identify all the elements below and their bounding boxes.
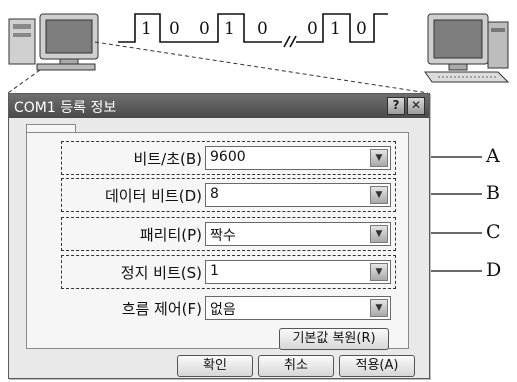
restore-defaults-button[interactable]: 기본값 복원(R): [279, 328, 389, 350]
chevron-down-icon[interactable]: ▼: [370, 299, 388, 317]
flow-control-value: 없음: [210, 302, 236, 318]
right-computer-icon: [424, 13, 510, 83]
chevron-down-icon[interactable]: ▼: [370, 149, 388, 167]
parity-label: 패리티(P): [139, 226, 202, 244]
bit-label: 0: [307, 19, 318, 39]
bit-label: 1: [224, 19, 235, 39]
baud-rate-value: 9600: [210, 149, 246, 165]
callout-b: B: [486, 182, 500, 204]
bit-label: 1: [330, 19, 341, 39]
bit-label: 0: [356, 19, 367, 39]
stop-bits-label: 정지 비트(S): [120, 264, 202, 282]
baud-rate-select[interactable]: 9600 ▼: [205, 146, 391, 170]
stop-bits-value: 1: [210, 263, 219, 279]
chevron-down-icon[interactable]: ▼: [370, 225, 388, 243]
perspective-line: [94, 41, 429, 94]
bit-label: 0: [257, 19, 268, 39]
title-bar: COM1 등록 정보 ? ✕: [9, 94, 429, 118]
parity-select[interactable]: 짝수 ▼: [205, 222, 391, 246]
data-bits-value: 8: [210, 186, 219, 202]
callout-a: A: [486, 145, 500, 167]
stop-bits-select[interactable]: 1 ▼: [205, 260, 391, 284]
chevron-down-icon[interactable]: ▼: [370, 186, 388, 204]
flow-control-label: 흐름 제어(F): [121, 300, 202, 318]
left-computer-icon: [8, 13, 99, 71]
bit-label: 0: [169, 19, 180, 39]
help-icon[interactable]: ?: [387, 97, 405, 115]
baud-rate-label: 비트/초(B): [133, 150, 202, 168]
ok-button[interactable]: 확인: [177, 355, 253, 377]
data-bits-select[interactable]: 8 ▼: [205, 183, 391, 207]
bit-label: 1: [141, 19, 152, 39]
chevron-down-icon[interactable]: ▼: [370, 263, 388, 281]
close-icon[interactable]: ✕: [407, 97, 425, 115]
data-bits-label: 데이터 비트(D): [104, 187, 202, 205]
dialog-title: COM1 등록 정보: [14, 100, 117, 116]
apply-button[interactable]: 적용(A): [339, 355, 415, 377]
cancel-button[interactable]: 취소: [258, 355, 334, 377]
flow-control-select[interactable]: 없음 ▼: [205, 296, 391, 320]
com1-properties-dialog: COM1 등록 정보 ? ✕ 비트/초(B) 9600 ▼ 데이터 비트(D) …: [8, 93, 430, 379]
callout-c: C: [486, 221, 501, 243]
signal-waveform: [118, 13, 388, 48]
parity-value: 짝수: [210, 228, 236, 244]
callout-d: D: [486, 259, 502, 281]
bit-label: 0: [199, 19, 210, 39]
perspective-line: [7, 69, 41, 94]
